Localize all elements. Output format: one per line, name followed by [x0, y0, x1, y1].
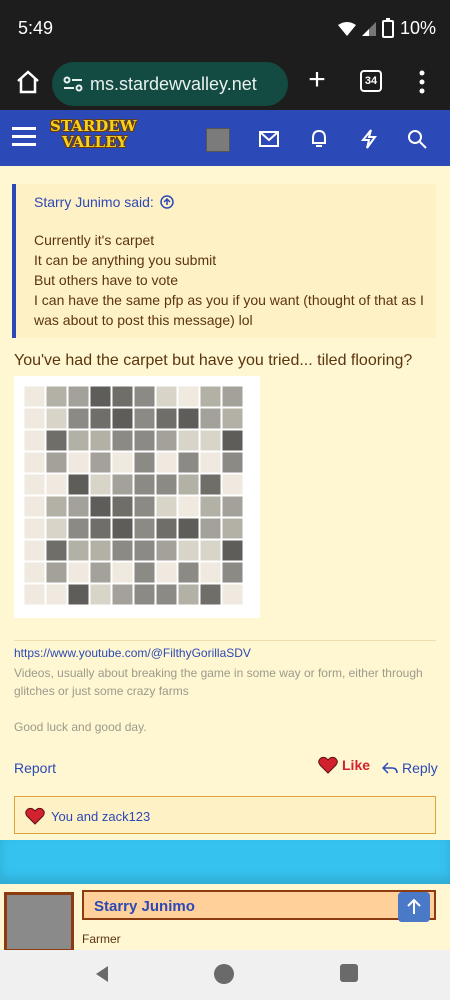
- home-nav-icon[interactable]: [214, 964, 234, 984]
- signal-icon: [361, 21, 376, 36]
- browser-bar: ms.stardewvalley.net + 34: [0, 58, 450, 110]
- quote-line: It can be anything you submit: [34, 252, 217, 268]
- heart-icon: [25, 807, 45, 825]
- status-icons: 10%: [337, 17, 436, 39]
- battery-percent: 10%: [399, 18, 436, 38]
- status-bar: 5:49 10%: [0, 0, 450, 58]
- quote-block: Starry Junimo said: Currently it's carpe…: [12, 184, 436, 338]
- post-text: You've had the carpet but have you tried…: [14, 352, 413, 369]
- signature-text: Videos, usually about breaking the game …: [14, 666, 423, 698]
- status-time: 5:49: [18, 18, 54, 38]
- likes-text[interactable]: You and zack123: [51, 809, 150, 824]
- scroll-to-top-button[interactable]: [398, 892, 430, 922]
- quote-body: Currently it's carpet It can be anything…: [34, 230, 424, 330]
- quote-author[interactable]: Starry Junimo said:: [34, 194, 154, 210]
- reply-icon: [382, 762, 398, 774]
- hamburger-menu-icon[interactable]: [12, 126, 36, 148]
- site-settings-icon[interactable]: [62, 73, 84, 95]
- signature-link[interactable]: https://www.youtube.com/@FilthyGorillaSD…: [14, 646, 251, 660]
- reply-label: Reply: [402, 760, 438, 776]
- back-icon[interactable]: [90, 962, 114, 986]
- more-options-icon[interactable]: [418, 68, 426, 96]
- next-post: Starry Junimo Farmer: [0, 884, 450, 952]
- url-text: ms.stardewvalley.net: [90, 73, 257, 94]
- url-bar[interactable]: ms.stardewvalley.net: [52, 62, 288, 106]
- next-post-avatar[interactable]: [4, 892, 74, 952]
- search-icon[interactable]: [406, 128, 428, 150]
- quote-line: I can have the same pfp as you if you wa…: [34, 292, 424, 328]
- like-button[interactable]: Like: [318, 756, 370, 774]
- report-button[interactable]: Report: [14, 760, 56, 776]
- post-separator: [0, 840, 450, 884]
- battery-icon: [381, 17, 394, 38]
- lightning-icon[interactable]: [358, 128, 380, 150]
- quote-line: But others have to vote: [34, 272, 178, 288]
- recent-apps-icon[interactable]: [340, 964, 358, 982]
- signature-luck: Good luck and good day.: [14, 720, 147, 734]
- heart-icon: [318, 756, 338, 774]
- quote-header[interactable]: Starry Junimo said:: [34, 194, 174, 210]
- new-tab-button[interactable]: +: [304, 65, 330, 96]
- like-label: Like: [342, 757, 371, 773]
- logo-line1: STARDEW: [50, 117, 137, 135]
- bell-icon[interactable]: [308, 128, 330, 150]
- wifi-icon: [337, 21, 356, 36]
- post-content: Starry Junimo said: Currently it's carpe…: [0, 166, 450, 840]
- inbox-icon[interactable]: [258, 128, 280, 150]
- android-nav-bar: [0, 950, 450, 1000]
- tile-mosaic: [23, 385, 244, 606]
- likes-summary[interactable]: You and zack123: [14, 796, 436, 834]
- reply-button[interactable]: Reply: [382, 760, 438, 776]
- next-post-username-box: Starry Junimo: [82, 890, 436, 920]
- tile-flooring-image[interactable]: [14, 376, 260, 618]
- signature-divider: [14, 640, 436, 641]
- logo-line2: VALLEY: [62, 133, 128, 151]
- tabs-button[interactable]: 34: [360, 70, 382, 92]
- next-post-role: Farmer: [82, 932, 121, 946]
- next-post-username[interactable]: Starry Junimo: [94, 898, 195, 915]
- site-logo[interactable]: STARDEW VALLEY: [50, 118, 140, 158]
- home-icon[interactable]: [14, 68, 42, 96]
- user-avatar[interactable]: [206, 128, 230, 152]
- quote-line: Currently it's carpet: [34, 232, 155, 248]
- arrow-up-circle-icon[interactable]: [160, 195, 174, 209]
- likes-inner: You and zack123: [25, 807, 150, 825]
